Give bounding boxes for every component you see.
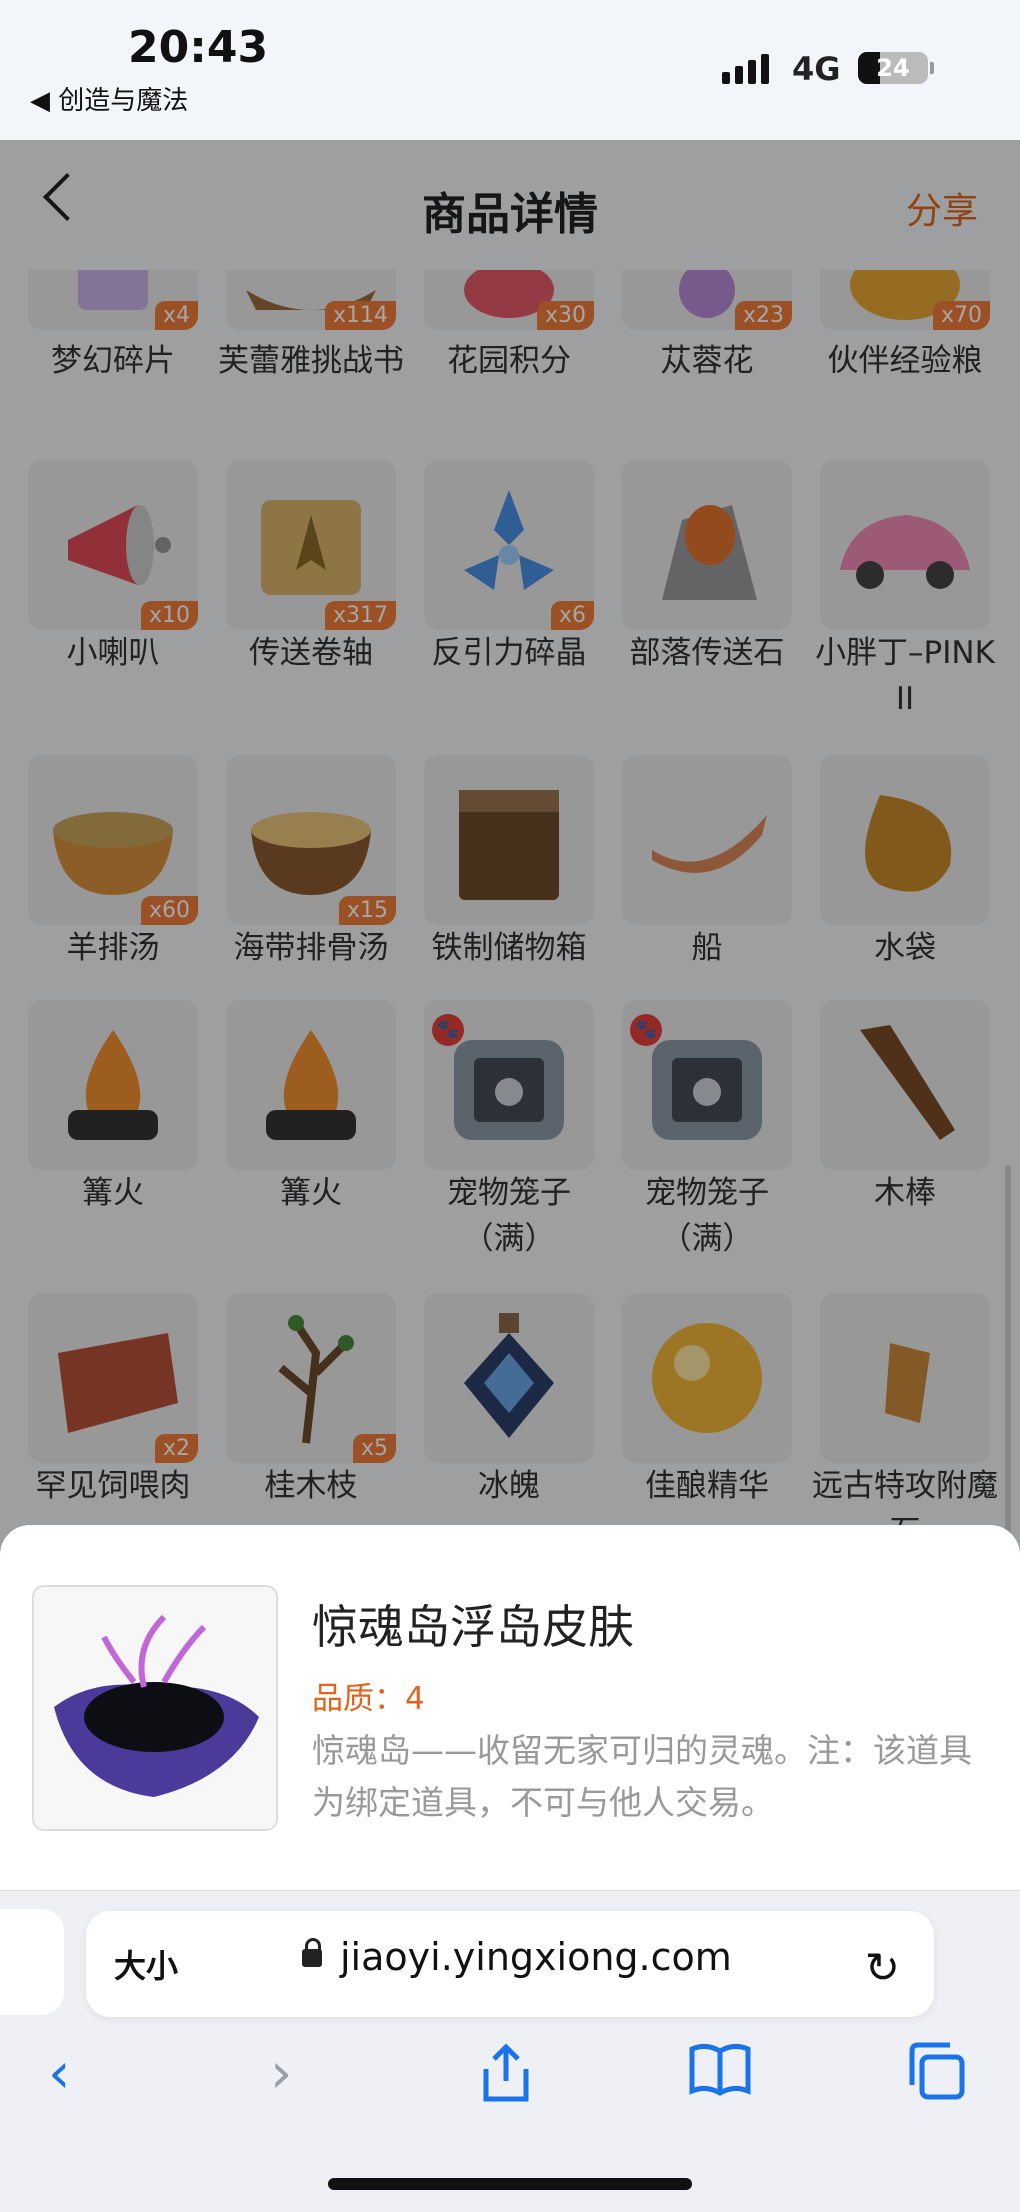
battery-icon: 24 [858, 52, 928, 84]
item-detail-description: 惊魂岛——收留无家可归的灵魂。注：该道具为绑定道具，不可与他人交易。 [312, 1731, 972, 1822]
address-bar[interactable]: 大小 jiaoyi.yingxiong.com ↻ [86, 1911, 934, 2017]
item-detail-quality: 品质：4 [312, 1681, 425, 1717]
item-detail-title: 惊魂岛浮岛皮肤 [312, 1600, 634, 1654]
previous-tab-preview[interactable] [0, 1909, 64, 2015]
url-text[interactable]: jiaoyi.yingxiong.com [340, 1935, 732, 1979]
status-bar: 20:43 ◀ 创造与魔法 4G 24 [0, 0, 1020, 140]
tabs-icon[interactable] [906, 2041, 966, 2115]
bookmarks-icon[interactable] [688, 2041, 752, 2111]
item-detail-image [32, 1585, 278, 1831]
forward-icon[interactable]: › [270, 2041, 292, 2106]
signal-icon [722, 52, 769, 84]
item-detail-sheet: 惊魂岛浮岛皮肤 品质：4 惊魂岛——收留无家可归的灵魂。注：该道具为绑定道具，不… [0, 1525, 1020, 1890]
dim-overlay[interactable] [0, 140, 1020, 1600]
lock-icon [302, 1938, 322, 1967]
scrollbar[interactable] [1005, 1165, 1011, 1565]
battery-level: 24 [876, 54, 910, 82]
home-indicator[interactable] [328, 2178, 692, 2190]
reload-icon[interactable]: ↻ [865, 1943, 900, 1992]
status-time: 20:43 [128, 22, 269, 73]
text-size-button[interactable]: 大小 [114, 1941, 178, 1987]
network-type: 4G [792, 50, 841, 88]
back-to-app-link[interactable]: ◀ 创造与魔法 [30, 80, 188, 117]
browser-toolbar: 大小 jiaoyi.yingxiong.com ↻ ‹ › [0, 1890, 1020, 2212]
share-icon[interactable] [478, 2041, 534, 2119]
back-icon[interactable]: ‹ [48, 2041, 70, 2106]
